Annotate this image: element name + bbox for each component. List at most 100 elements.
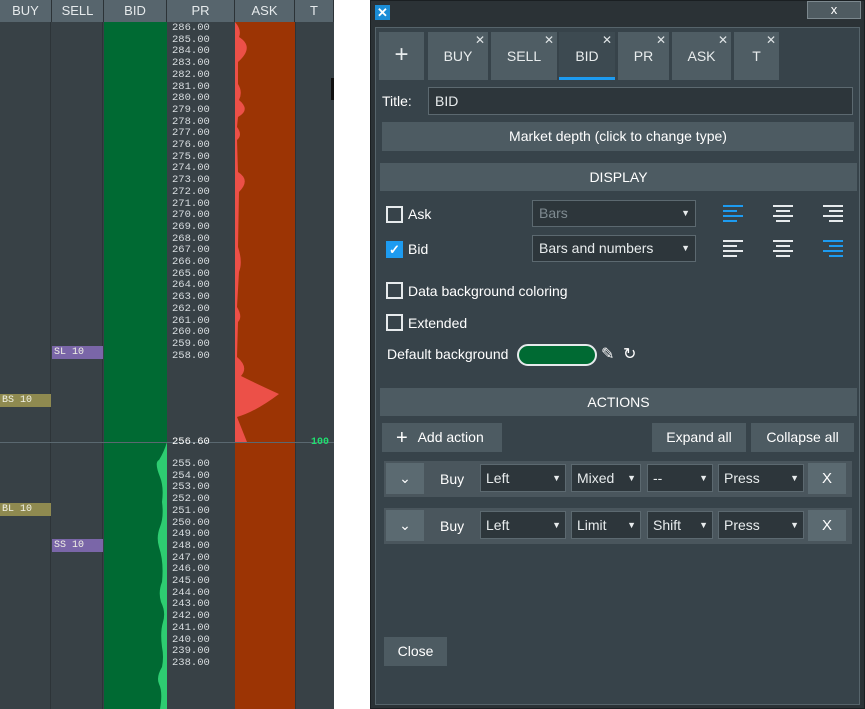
- price-row[interactable]: 259.00: [167, 338, 235, 351]
- bid-align-left-icon[interactable]: [723, 240, 743, 258]
- action-order-type-value: Mixed: [577, 470, 615, 486]
- bid-checkbox[interactable]: ✓: [386, 241, 403, 258]
- data-background-coloring-checkbox[interactable]: [386, 282, 403, 299]
- header-t[interactable]: T: [295, 0, 334, 22]
- tab-sell[interactable]: SELL ✕: [491, 32, 557, 80]
- header-bid[interactable]: BID: [104, 0, 167, 22]
- default-background-swatch[interactable]: [517, 344, 597, 366]
- collapse-all-button[interactable]: Collapse all: [751, 423, 854, 452]
- order-sl[interactable]: SL 10: [52, 346, 103, 359]
- action-event-value: Press: [724, 517, 760, 533]
- order-ss[interactable]: SS 10: [52, 539, 103, 552]
- close-icon[interactable]: ✕: [718, 16, 728, 64]
- action-event-select[interactable]: Press ▼: [718, 464, 804, 492]
- tab-buy[interactable]: BUY ✕: [428, 32, 488, 80]
- add-action-button[interactable]: + Add action: [382, 423, 502, 452]
- tab-bid[interactable]: BID ✕: [559, 32, 615, 80]
- window-close-button[interactable]: x: [807, 1, 861, 19]
- tab-pr[interactable]: PR ✕: [618, 32, 669, 80]
- bid-align-center-icon[interactable]: [773, 240, 793, 258]
- title-input[interactable]: BID: [428, 87, 853, 115]
- dialog-titlebar[interactable]: ✕ x: [371, 1, 864, 23]
- action-mouse-button-select[interactable]: Left ▼: [480, 464, 566, 492]
- price-row[interactable]: 286.00: [167, 22, 235, 35]
- tab-ask[interactable]: ASK ✕: [672, 32, 731, 80]
- action-modifier-value: Shift: [653, 517, 682, 533]
- action-mouse-button-select[interactable]: Left ▼: [480, 511, 566, 539]
- ask-align-left-icon[interactable]: [723, 205, 743, 223]
- price-row[interactable]: 251.00: [167, 505, 235, 518]
- remove-action-button[interactable]: X: [808, 510, 846, 541]
- order-bl[interactable]: BL 10: [0, 503, 51, 516]
- extended-checkbox[interactable]: [386, 314, 403, 331]
- current-price-row[interactable]: 256.60: [167, 436, 235, 449]
- action-order-type-select[interactable]: Limit ▼: [571, 511, 641, 539]
- expand-action-button[interactable]: ⌄: [386, 510, 424, 541]
- action-row: ⌄ Buy Left ▼ Limit ▼ Shift ▼ Press ▼ X: [384, 508, 852, 544]
- price-row[interactable]: 245.00: [167, 575, 235, 588]
- price-row[interactable]: 255.00: [167, 458, 235, 471]
- bid-display-mode-value: Bars and numbers: [539, 240, 654, 256]
- close-icon[interactable]: ✕: [544, 16, 554, 64]
- action-side: Buy: [440, 471, 465, 487]
- plus-icon: +: [396, 427, 408, 449]
- price-row[interactable]: 279.00: [167, 104, 235, 117]
- expand-all-button[interactable]: Expand all: [652, 423, 746, 452]
- chevron-down-icon: ▼: [552, 473, 561, 483]
- header-sell[interactable]: SELL: [52, 0, 104, 22]
- price-row[interactable]: 266.00: [167, 256, 235, 269]
- tab-label: BUY: [443, 48, 473, 64]
- action-modifier-select[interactable]: -- ▼: [647, 464, 713, 492]
- add-column-tab-button[interactable]: +: [379, 32, 424, 80]
- price-row[interactable]: 276.00: [167, 139, 235, 152]
- ask-align-center-icon[interactable]: [773, 205, 793, 223]
- sell-column[interactable]: [52, 22, 103, 709]
- header-ask[interactable]: ASK: [235, 0, 295, 22]
- close-button[interactable]: Close: [384, 637, 447, 666]
- action-modifier-select[interactable]: Shift ▼: [647, 511, 713, 539]
- price-row[interactable]: 258.00: [167, 350, 235, 363]
- remove-action-button[interactable]: X: [808, 463, 846, 494]
- action-event-select[interactable]: Press ▼: [718, 511, 804, 539]
- t-column[interactable]: [295, 22, 333, 709]
- action-event-value: Press: [724, 470, 760, 486]
- price-row[interactable]: 248.00: [167, 540, 235, 553]
- action-order-type-select[interactable]: Mixed ▼: [571, 464, 641, 492]
- bid-display-mode-select[interactable]: Bars and numbers ▼: [532, 235, 696, 262]
- ask-align-right-icon[interactable]: [823, 205, 843, 223]
- price-row[interactable]: 241.00: [167, 622, 235, 635]
- ask-display-mode-select[interactable]: Bars ▼: [532, 200, 696, 227]
- tab-t[interactable]: T ✕: [734, 32, 779, 80]
- chevron-down-icon: ▼: [627, 473, 636, 483]
- reset-icon[interactable]: ↻: [623, 344, 636, 364]
- expand-action-button[interactable]: ⌄: [386, 463, 424, 494]
- close-icon[interactable]: ✕: [656, 16, 666, 64]
- tab-label: PR: [633, 48, 654, 64]
- price-row[interactable]: 269.00: [167, 221, 235, 234]
- ask-label: Ask: [408, 206, 432, 222]
- dom-ladder[interactable]: BUY SELL BID PR ASK T 100 SL 10 BS 10 BL…: [0, 0, 334, 709]
- buy-column[interactable]: [0, 22, 51, 709]
- eyedropper-icon[interactable]: ✎: [601, 344, 614, 364]
- header-pr[interactable]: PR: [167, 0, 235, 22]
- close-icon[interactable]: ✕: [602, 16, 612, 64]
- t-value: 100: [311, 437, 330, 448]
- chevron-down-icon: ⌄: [399, 517, 411, 533]
- price-row[interactable]: 238.00: [167, 657, 235, 670]
- column-settings-dialog: ✕ x + BUY ✕ SELL ✕ BID ✕ PR ✕ ASK ✕ T ✕: [370, 0, 865, 709]
- header-buy[interactable]: BUY: [0, 0, 52, 22]
- change-type-button[interactable]: Market depth (click to change type): [382, 122, 854, 151]
- price-row[interactable]: 272.00: [167, 186, 235, 199]
- price-row[interactable]: 262.00: [167, 303, 235, 316]
- ask-checkbox[interactable]: [386, 206, 403, 223]
- active-tab-indicator: [559, 77, 615, 80]
- close-icon[interactable]: ✕: [766, 16, 776, 64]
- chevron-down-icon: ▼: [790, 520, 799, 530]
- order-bs[interactable]: BS 10: [0, 394, 51, 407]
- bid-align-right-icon[interactable]: [823, 240, 843, 258]
- app-logo-icon: ✕: [375, 5, 390, 20]
- action-mouse-button-value: Left: [486, 517, 510, 533]
- action-order-type-value: Limit: [577, 517, 607, 533]
- close-icon[interactable]: ✕: [475, 16, 485, 64]
- price-row[interactable]: 282.00: [167, 69, 235, 82]
